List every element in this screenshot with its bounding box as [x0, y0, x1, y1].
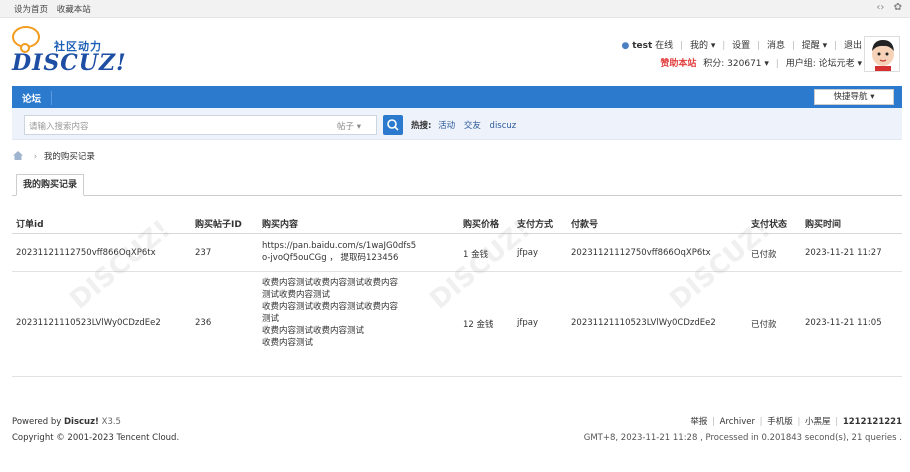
post-id: 236: [195, 318, 212, 328]
credits-menu[interactable]: 积分: 320671 ▾: [703, 59, 769, 69]
code-icon[interactable]: ‹›: [876, 2, 884, 13]
hot-term-discuz[interactable]: discuz: [490, 121, 517, 131]
processing-stats: GMT+8, 2023-11-21 11:28 , Processed in 0…: [583, 433, 902, 443]
set-home-link[interactable]: 设为首页: [14, 5, 48, 15]
user-icon: ●: [621, 41, 630, 51]
col-status: 支付状态: [751, 220, 788, 230]
col-price: 购买价格: [463, 220, 500, 230]
table-header: 订单id 购买帖子ID 购买内容 购买价格 支付方式 付款号 支付状态 购买时间: [12, 210, 902, 234]
hot-label: 热搜:: [411, 121, 432, 131]
tab-divider: [12, 195, 902, 196]
copyright: Copyright © 2001-2023 Tencent Cloud.: [12, 433, 180, 443]
col-pay-method: 支付方式: [517, 220, 554, 230]
status: 已付款: [751, 250, 777, 260]
search-bar: 请输入搜索内容 帖子 ▾ 热搜: 活动 交友 discuz: [12, 108, 902, 140]
order-id: 20231121110523LVlWy0CDzdEe2: [16, 318, 161, 328]
mobile-link[interactable]: 手机版: [767, 417, 793, 427]
search-icon: [387, 119, 399, 131]
price: 1 金钱: [463, 250, 489, 260]
breadcrumb: › 我的购买记录: [13, 150, 95, 163]
breadcrumb-separator-icon: ›: [33, 152, 38, 162]
table-row: 20231121112750vff866OqXP6tx 237 https://…: [12, 234, 902, 272]
user-info: ● test 在线 | 我的 ▾ | 设置 | 消息 | 提醒 ▾ | 退出 赞…: [621, 41, 862, 69]
order-id: 20231121112750vff866OqXP6tx: [16, 248, 156, 258]
quick-nav-button[interactable]: 快捷导航 ▾: [814, 89, 894, 105]
breadcrumb-current: 我的购买记录: [43, 152, 95, 162]
powered-by-prefix: Powered by: [12, 417, 62, 427]
report-link[interactable]: 举报: [690, 417, 707, 427]
version: X3.5: [101, 417, 121, 427]
purchase-time: 2023-11-21 11:05: [805, 318, 882, 328]
col-post-id: 购买帖子ID: [195, 220, 242, 230]
powered-by-brand[interactable]: Discuz!: [64, 417, 99, 427]
tab-purchase-records[interactable]: 我的购买记录: [16, 174, 84, 196]
content-line: https://pan.baidu.com/s/1waJG0dfs5: [262, 241, 417, 251]
purchase-table: 订单id 购买帖子ID 购买内容 购买价格 支付方式 付款号 支付状态 购买时间…: [12, 210, 902, 377]
hot-term-activity[interactable]: 活动: [438, 121, 455, 131]
hot-term-friends[interactable]: 交友: [464, 121, 481, 131]
bookmark-link[interactable]: 收藏本站: [57, 5, 91, 15]
content-line: 收费内容测试收费内容测试收费内容: [262, 278, 399, 288]
price: 12 金钱: [463, 320, 494, 330]
avatar[interactable]: [864, 36, 900, 72]
nav-forum-link[interactable]: 论坛: [22, 91, 53, 105]
site-id: 1212121221: [842, 417, 902, 427]
header: 社区动力 DISCUZ! ● test 在线 | 我的 ▾ | 设置 | 消息 …: [0, 18, 910, 84]
messages-link[interactable]: 消息: [767, 41, 785, 51]
home-icon[interactable]: [13, 150, 23, 163]
purchase-time: 2023-11-21 11:27: [805, 248, 882, 258]
pay-method: jfpay: [517, 318, 538, 328]
content-line: 收费内容测试收费内容测试: [262, 326, 365, 336]
my-menu[interactable]: 我的 ▾: [690, 41, 715, 51]
col-time: 购买时间: [805, 220, 842, 230]
site-logo[interactable]: 社区动力 DISCUZ!: [12, 26, 126, 76]
footer: Powered by Discuz! X3.5 Copyright © 2001…: [0, 408, 910, 448]
post-id: 237: [195, 248, 212, 258]
sponsor-link[interactable]: 赞助本站: [660, 59, 696, 69]
top-bar: 设为首页 收藏本站 ‹› ✿: [0, 0, 910, 18]
status: 已付款: [751, 320, 777, 330]
hot-search: 热搜: 活动 交友 discuz: [411, 119, 522, 131]
content-line: 收费内容测试收费内容测试收费内容: [262, 302, 399, 312]
col-order-id: 订单id: [16, 220, 44, 230]
search-button[interactable]: [383, 115, 403, 135]
content-line: o-jvoQf5ouCGg ， 提取码123456: [262, 253, 399, 263]
content-line: 测试: [262, 314, 280, 324]
logo-en-text: DISCUZ!: [12, 50, 127, 76]
reminders-menu[interactable]: 提醒 ▾: [802, 41, 827, 51]
pay-method: jfpay: [517, 248, 538, 258]
table-row: 20231121110523LVlWy0CDzdEe2 236 收费内容测试收费…: [12, 272, 902, 377]
usergroup-menu[interactable]: 用户组: 论坛元老 ▾: [786, 59, 862, 69]
col-pay-no: 付款号: [571, 220, 599, 230]
logo-bubble-icon: [12, 26, 40, 53]
username-link[interactable]: test: [632, 41, 652, 51]
col-content: 购买内容: [262, 220, 299, 230]
purchase-content: https://pan.baidu.com/s/1waJG0dfs5 o-jvo…: [262, 240, 416, 264]
blackroom-link[interactable]: 小黑屋: [805, 417, 831, 427]
settings-link[interactable]: 设置: [732, 41, 750, 51]
palette-icon[interactable]: ✿: [894, 2, 902, 13]
content-line: 测试收费内容测试: [262, 290, 331, 300]
logout-link[interactable]: 退出: [844, 41, 862, 51]
pay-no: 20231121110523LVlWy0CDzdEe2: [571, 318, 716, 328]
main-nav: 论坛 快捷导航 ▾: [12, 86, 902, 108]
archiver-link[interactable]: Archiver: [720, 417, 755, 427]
search-input[interactable]: 请输入搜索内容: [24, 115, 332, 135]
pay-no: 20231121112750vff866OqXP6tx: [571, 248, 711, 258]
content-line: 收费内容测试: [262, 338, 314, 348]
search-type-select[interactable]: 帖子 ▾: [331, 115, 377, 135]
online-status: 在线: [655, 41, 674, 51]
purchase-content: 收费内容测试收费内容测试收费内容 测试收费内容测试 收费内容测试收费内容测试收费…: [262, 277, 398, 349]
